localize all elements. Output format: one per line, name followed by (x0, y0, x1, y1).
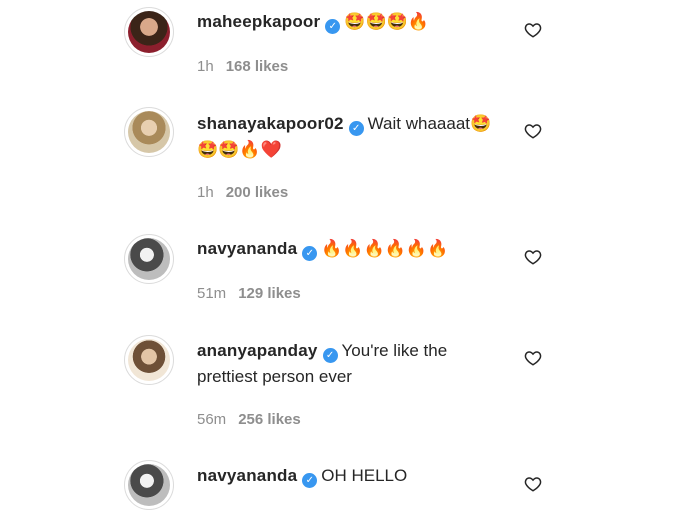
like-count[interactable]: 256 likes (238, 411, 301, 428)
comment-body: navyananda ✓ OH HELLO (197, 463, 497, 489)
avatar[interactable] (124, 107, 174, 157)
avatar[interactable] (124, 7, 174, 57)
comment-body: navyananda ✓ 🔥🔥🔥🔥🔥🔥 (197, 236, 497, 262)
like-count[interactable]: 129 likes (238, 285, 301, 302)
username[interactable]: maheepkapoor (197, 12, 320, 31)
comment-meta: 1h 168 likes (197, 58, 288, 75)
username[interactable]: ananyapanday (197, 341, 318, 360)
comment-text: OH HELLO (321, 466, 408, 485)
comment-meta: 51m 129 likes (197, 285, 301, 302)
like-count[interactable]: 168 likes (226, 58, 289, 75)
verified-badge-icon: ✓ (302, 473, 318, 488)
avatar[interactable] (124, 335, 174, 385)
comment-text: 🔥🔥🔥🔥🔥🔥 (321, 239, 449, 258)
comment-meta: 56m 256 likes (197, 411, 301, 428)
comment-body: ananyapanday ✓ You're like the prettiest p… (197, 338, 497, 390)
comment-body: shanayakapoor02 ✓ Wait whaaaat🤩🤩🤩🔥❤️ (197, 111, 497, 163)
heart-outline-icon[interactable] (524, 349, 542, 367)
timestamp: 56m (197, 411, 227, 428)
username[interactable]: navyananda (197, 466, 297, 485)
comment-body: maheepkapoor ✓ 🤩🤩🤩🔥 (197, 9, 497, 35)
avatar[interactable] (124, 460, 174, 510)
heart-outline-icon[interactable] (524, 122, 542, 140)
verified-badge-icon: ✓ (325, 19, 341, 34)
heart-outline-icon[interactable] (524, 248, 542, 266)
like-count[interactable]: 200 likes (226, 184, 289, 201)
timestamp: 1h (197, 184, 214, 201)
heart-outline-icon[interactable] (524, 475, 542, 493)
comment-meta: 1h 200 likes (197, 184, 288, 201)
username[interactable]: navyananda (197, 239, 297, 258)
username[interactable]: shanayakapoor02 (197, 114, 344, 133)
verified-badge-icon: ✓ (348, 121, 364, 136)
timestamp: 51m (197, 285, 227, 302)
verified-badge-icon: ✓ (322, 348, 338, 363)
avatar[interactable] (124, 234, 174, 284)
verified-badge-icon: ✓ (302, 246, 318, 261)
heart-outline-icon[interactable] (524, 21, 542, 39)
comment-text: 🤩🤩🤩🔥 (344, 12, 429, 31)
timestamp: 1h (197, 58, 214, 75)
